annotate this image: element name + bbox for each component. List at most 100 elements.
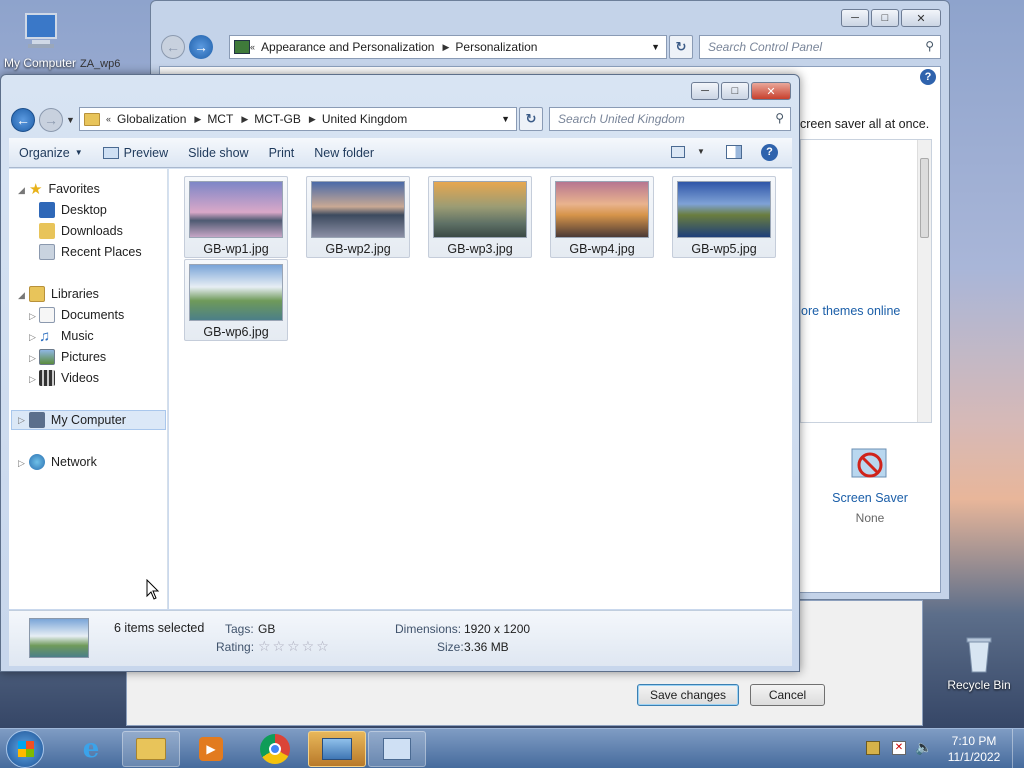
show-desktop-button[interactable]	[1012, 729, 1024, 768]
maximize-button[interactable]: □	[871, 9, 899, 27]
refresh-icon[interactable]: ↻	[519, 107, 543, 131]
cp-search-input[interactable]: Search Control Panel ⚲	[699, 35, 941, 59]
documents-icon	[39, 307, 55, 323]
cancel-button[interactable]: Cancel	[750, 684, 825, 706]
search-input[interactable]: Search United Kingdom ⚲	[549, 107, 791, 131]
expand-arrow-icon[interactable]: ▷	[29, 374, 36, 385]
tags-value[interactable]: GB	[258, 622, 275, 636]
nav-item-libraries[interactable]: Libraries	[29, 284, 99, 304]
screen-saver-item[interactable]: Screen Saver None	[820, 443, 920, 525]
selection-thumbnail	[29, 618, 89, 658]
new-folder-button[interactable]: New folder	[304, 138, 384, 167]
scrollbar-thumb[interactable]	[920, 158, 929, 238]
file-name: GB-wp3.jpg	[447, 242, 513, 256]
refresh-icon[interactable]: ↻	[669, 35, 693, 59]
expand-arrow-icon[interactable]: ▷	[29, 311, 36, 322]
nav-item-documents[interactable]: Documents	[39, 305, 124, 325]
chevron-down-icon[interactable]: ▼	[697, 147, 705, 156]
expand-arrow-icon[interactable]: ▷	[29, 353, 36, 364]
maximize-button[interactable]: □	[721, 82, 749, 100]
recent-pages-icon[interactable]: ▼	[66, 115, 75, 125]
help-icon[interactable]: ?	[761, 144, 778, 161]
collapse-arrow-icon[interactable]: ◢	[18, 290, 25, 301]
breadcrumb-separator: ▶	[241, 113, 249, 124]
desktop-icon-label: Recycle Bin	[947, 678, 1011, 692]
file-item[interactable]: GB-wp4.jpg	[550, 176, 654, 258]
file-item[interactable]: GB-wp2.jpg	[306, 176, 410, 258]
minimize-button[interactable]: ─	[691, 82, 719, 100]
rating-stars[interactable]: ☆☆☆☆☆	[258, 638, 331, 655]
collapse-arrow-icon[interactable]: ◢	[18, 185, 25, 196]
online-themes-link[interactable]: ore themes online	[801, 304, 900, 318]
search-icon[interactable]: ⚲	[775, 111, 784, 125]
screen-saver-label[interactable]: Screen Saver	[820, 491, 920, 505]
mouse-cursor-icon	[146, 578, 160, 604]
close-button[interactable]: ✕	[751, 82, 791, 100]
browse-dialog[interactable]: ─ □ ✕ ← → ▼ « Globalization ▶ MCT ▶ MCT-…	[0, 74, 800, 672]
file-item[interactable]: GB-wp1.jpg	[184, 176, 288, 258]
view-options-icon[interactable]	[671, 146, 685, 158]
breadcrumb-item[interactable]: Appearance and Personalization	[261, 40, 434, 54]
file-name: GB-wp5.jpg	[691, 242, 757, 256]
address-bar[interactable]: « Globalization ▶ MCT ▶ MCT-GB ▶ United …	[79, 107, 517, 131]
close-button[interactable]: ✕	[901, 9, 941, 27]
clock[interactable]: 7:10 PM 11/1/2022	[942, 733, 1006, 765]
tags-label: Tags:	[225, 622, 254, 636]
chevron-down-icon[interactable]: ▼	[651, 42, 660, 52]
scrollbar[interactable]	[917, 140, 931, 422]
cp-address-bar[interactable]: « Appearance and Personalization ▶ Perso…	[229, 35, 667, 59]
nav-item-desktop[interactable]: Desktop	[39, 200, 107, 220]
nav-item-videos[interactable]: Videos	[39, 368, 99, 388]
nav-label: My Computer	[50, 413, 126, 427]
nav-item-recent-places[interactable]: Recent Places	[39, 242, 142, 262]
nav-item-music[interactable]: ♫ Music	[39, 326, 94, 346]
nav-item-network[interactable]: Network	[29, 452, 97, 472]
breadcrumb-overflow: «	[250, 42, 256, 52]
taskbar-control-panel[interactable]	[368, 731, 426, 767]
file-list[interactable]: GB-wp1.jpg GB-wp2.jpg GB-wp3.jpg GB-wp4.…	[169, 169, 792, 609]
taskbar-chrome[interactable]	[246, 731, 304, 767]
tray-volume-icon[interactable]: 🔈	[915, 739, 932, 756]
chevron-down-icon[interactable]: ▼	[501, 114, 510, 124]
nav-item-my-computer[interactable]: ▷ My Computer	[11, 410, 166, 430]
breadcrumb-item[interactable]: Personalization	[455, 40, 537, 54]
forward-button[interactable]: →	[189, 35, 213, 59]
minimize-button[interactable]: ─	[841, 9, 869, 27]
nav-item-pictures[interactable]: Pictures	[39, 347, 106, 367]
file-item[interactable]: GB-wp3.jpg	[428, 176, 532, 258]
nav-item-favorites[interactable]: ★ Favorites	[29, 179, 100, 199]
search-icon[interactable]: ⚲	[925, 39, 934, 53]
breadcrumb-item[interactable]: United Kingdom	[322, 112, 407, 126]
file-item[interactable]: GB-wp5.jpg	[672, 176, 776, 258]
forward-button[interactable]: →	[39, 108, 63, 132]
slideshow-button[interactable]: Slide show	[178, 138, 258, 167]
desktop-icon-recycle-bin[interactable]: Recycle Bin	[934, 632, 1024, 692]
expand-arrow-icon[interactable]: ▷	[29, 332, 36, 343]
taskbar-media-player[interactable]: ▶	[182, 731, 240, 767]
back-button[interactable]: ←	[11, 108, 35, 132]
taskbar-personalization[interactable]	[308, 731, 366, 767]
breadcrumb-item[interactable]: MCT-GB	[254, 112, 301, 126]
desktop-icon-partial[interactable]: ZA_wp6	[80, 56, 150, 70]
tray-network-icon[interactable]	[866, 741, 880, 755]
preview-pane-icon[interactable]	[726, 145, 742, 159]
theme-list[interactable]: ore themes online	[800, 139, 932, 423]
preview-button[interactable]: Preview	[93, 138, 178, 167]
taskbar-internet-explorer[interactable]: e	[62, 731, 120, 767]
back-button[interactable]: ←	[161, 35, 185, 59]
start-button[interactable]	[6, 730, 44, 768]
tray-flag-icon[interactable]: ✕	[892, 741, 906, 755]
expand-arrow-icon[interactable]: ▷	[18, 458, 25, 469]
save-changes-button[interactable]: Save changes	[637, 684, 739, 706]
help-icon[interactable]: ?	[920, 69, 936, 85]
taskbar-explorer[interactable]	[122, 731, 180, 767]
nav-item-downloads[interactable]: Downloads	[39, 221, 123, 241]
breadcrumb-item[interactable]: Globalization	[117, 112, 186, 126]
organize-button[interactable]: Organize ▼	[9, 138, 93, 167]
breadcrumb-item[interactable]: MCT	[207, 112, 233, 126]
nav-label: Libraries	[51, 287, 99, 301]
file-item[interactable]: GB-wp6.jpg	[184, 259, 288, 341]
desktop-icon-my-computer[interactable]: My Computer	[0, 10, 80, 70]
expand-arrow-icon[interactable]: ▷	[18, 415, 25, 426]
print-button[interactable]: Print	[259, 138, 305, 167]
